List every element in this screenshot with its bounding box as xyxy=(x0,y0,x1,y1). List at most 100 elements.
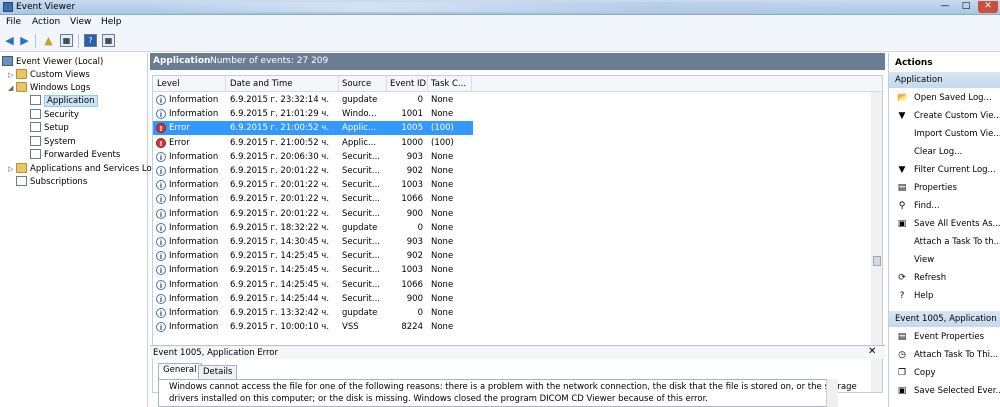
tab-general[interactable]: General xyxy=(158,363,202,379)
action-item[interactable]: View xyxy=(889,251,1000,269)
column-divider[interactable] xyxy=(471,76,472,92)
tree-node-applications-and-services[interactable]: ▷ Applications and Services Lo xyxy=(8,163,152,176)
table-row[interactable]: i Information 6.9.2015 г. 20:01:22 ч. Secur… xyxy=(153,178,873,192)
table-row[interactable]: i Information 6.9.2015 г. 14:25:45 ч. Secur… xyxy=(153,278,873,292)
tree-node-application[interactable]: Application xyxy=(30,95,98,108)
action-item[interactable]: ▤ Event Properties xyxy=(889,328,1000,346)
action-item[interactable]: Attach a Task To th... xyxy=(889,233,1000,251)
tree-node-system[interactable]: System xyxy=(30,136,76,149)
tab-details[interactable]: Details xyxy=(198,365,238,379)
tree-node-windows-logs[interactable]: ◢ Windows Logs xyxy=(8,82,90,95)
action-item[interactable]: ▣ Save Selected Ever... xyxy=(889,382,1000,400)
table-row[interactable]: i Information 6.9.2015 г. 10:00:10 ч. VSS 82… xyxy=(153,320,873,334)
action-item[interactable]: ▤ Properties xyxy=(889,179,1000,197)
action-label: Help xyxy=(914,291,934,301)
forward-arrow-icon[interactable]: ▶ xyxy=(18,34,31,47)
table-row[interactable]: i Information 6.9.2015 г. 20:01:22 ч. Secur… xyxy=(153,207,873,221)
log-icon xyxy=(30,149,41,159)
action-item[interactable]: ◷ Attach Task To Thi... xyxy=(889,346,1000,364)
show-hide-actions-icon[interactable]: ▦ xyxy=(102,34,115,47)
table-row[interactable]: i Information 6.9.2015 г. 20:01:22 ч. Secur… xyxy=(153,164,873,178)
cell-source: Securit... xyxy=(342,237,380,247)
cell-task: None xyxy=(431,151,454,162)
cell-task: None xyxy=(431,265,454,276)
cell-source: Securit... xyxy=(342,265,380,276)
table-row[interactable]: ! Error 6.9.2015 г. 21:00:52 ч. Applic... 10… xyxy=(153,136,873,150)
table-row[interactable]: i Information 6.9.2015 г. 23:32:14 ч. gupda… xyxy=(153,93,873,107)
column-divider[interactable] xyxy=(427,76,428,92)
close-detail-icon[interactable]: ✕ xyxy=(868,346,876,357)
cell-task: None xyxy=(431,222,454,233)
menu-file[interactable]: File xyxy=(6,17,21,27)
column-divider[interactable] xyxy=(338,76,339,92)
toolbar-separator xyxy=(78,34,79,48)
table-row[interactable]: i Information 6.9.2015 г. 20:01:22 ч. Secur… xyxy=(153,192,873,206)
up-folder-icon[interactable]: ▲ xyxy=(42,34,55,47)
action-item[interactable]: ▼ Create Custom Vie... xyxy=(889,107,1000,125)
action-item[interactable]: ? Help xyxy=(889,287,1000,305)
show-hide-tree-icon[interactable]: ▦ xyxy=(60,34,73,47)
tree-node-custom-views[interactable]: ▷ Custom Views xyxy=(8,69,90,82)
table-row[interactable]: i Information 6.9.2015 г. 18:32:22 ч. gupda… xyxy=(153,221,873,235)
cell-task: None xyxy=(431,251,454,262)
column-divider[interactable] xyxy=(386,76,387,92)
collapse-arrow-icon[interactable]: ◢ xyxy=(8,82,16,95)
expand-arrow-icon[interactable]: ▷ xyxy=(8,69,16,82)
actions-section-application[interactable]: Application xyxy=(889,72,1000,88)
actions-pane: Actions Application 📂 Open Saved Log... ▼ C… xyxy=(888,53,1000,407)
column-level[interactable]: Level xyxy=(157,79,179,89)
table-row[interactable]: ! Error 6.9.2015 г. 21:00:52 ч. Applic... 10… xyxy=(153,121,473,136)
save-icon: ▣ xyxy=(897,219,907,229)
cell-level: Information xyxy=(169,222,219,233)
close-button[interactable]: ✕ xyxy=(978,1,998,13)
action-item[interactable]: ⚲ Find... xyxy=(889,197,1000,215)
tree-node-forwarded-events[interactable]: Forwarded Events xyxy=(30,149,120,162)
table-row[interactable]: i Information 6.9.2015 г. 13:32:42 ч. gupda… xyxy=(153,306,873,320)
cell-date: 6.9.2015 г. 14:25:45 ч. xyxy=(230,251,330,262)
cell-event-id: 902 xyxy=(406,166,423,176)
column-date-time[interactable]: Date and Time xyxy=(230,79,293,89)
column-source[interactable]: Source xyxy=(342,79,371,89)
column-divider[interactable] xyxy=(225,76,226,92)
log-icon xyxy=(30,95,41,105)
actions-header: Actions xyxy=(895,58,933,68)
action-item[interactable]: ▼ Filter Current Log... xyxy=(889,161,1000,179)
back-arrow-icon[interactable]: ◀ xyxy=(3,34,16,47)
cell-date: 6.9.2015 г. 21:00:52 ч. xyxy=(230,137,330,148)
tree-node-security[interactable]: Security xyxy=(30,109,79,122)
cell-date: 6.9.2015 г. 21:01:29 ч. xyxy=(230,109,330,120)
refresh-icon: ⟳ xyxy=(898,273,906,283)
table-row[interactable]: i Information 6.9.2015 г. 14:30:45 ч. Secur… xyxy=(153,235,873,249)
table-row[interactable]: i Information 6.9.2015 г. 20:06:30 ч. Secur… xyxy=(153,150,873,164)
cell-date: 6.9.2015 г. 20:01:22 ч. xyxy=(230,194,330,205)
detail-scrollbar[interactable] xyxy=(826,379,838,407)
table-row[interactable]: i Information 6.9.2015 г. 14:25:45 ч. Secur… xyxy=(153,249,873,263)
action-item[interactable]: ⟳ Refresh xyxy=(889,269,1000,287)
tree-node-subscriptions[interactable]: Subscriptions xyxy=(16,176,87,189)
actions-section-event[interactable]: Event 1005, Application ... xyxy=(889,311,1000,327)
action-item[interactable]: Import Custom Vie... xyxy=(889,125,1000,143)
copy-icon: ❐ xyxy=(897,368,907,378)
action-item[interactable]: ▣ Save All Events As... xyxy=(889,215,1000,233)
expand-arrow-icon[interactable]: ▷ xyxy=(8,163,16,176)
column-task-category[interactable]: Task C... xyxy=(431,79,466,89)
table-row[interactable]: i Information 6.9.2015 г. 14:25:45 ч. Secur… xyxy=(153,263,873,277)
table-row[interactable]: i Information 6.9.2015 г. 21:01:29 ч. Windo… xyxy=(153,107,873,121)
cell-event-id: 902 xyxy=(406,251,423,262)
menu-action[interactable]: Action xyxy=(32,17,60,27)
cell-event-id: 1066 xyxy=(401,194,423,205)
action-item[interactable]: 📂 Open Saved Log... xyxy=(889,89,1000,107)
minimize-button[interactable]: — xyxy=(936,1,954,13)
menu-view[interactable]: View xyxy=(70,17,91,27)
table-row[interactable]: i Information 6.9.2015 г. 14:25:44 ч. Secur… xyxy=(153,292,873,306)
tree-node-event-viewer-local[interactable]: Event Viewer (Local) xyxy=(2,56,103,69)
action-item[interactable]: Clear Log... xyxy=(889,143,1000,161)
scrollbar-thumb[interactable] xyxy=(873,256,881,266)
column-event-id[interactable]: Event ID xyxy=(390,79,426,89)
action-item[interactable]: ❐ Copy xyxy=(889,364,1000,382)
event-viewer-icon xyxy=(3,2,13,12)
help-icon[interactable]: ? xyxy=(84,34,97,47)
maximize-button[interactable]: □ xyxy=(957,1,975,13)
menu-help[interactable]: Help xyxy=(101,17,122,27)
tree-node-setup[interactable]: Setup xyxy=(30,122,69,135)
